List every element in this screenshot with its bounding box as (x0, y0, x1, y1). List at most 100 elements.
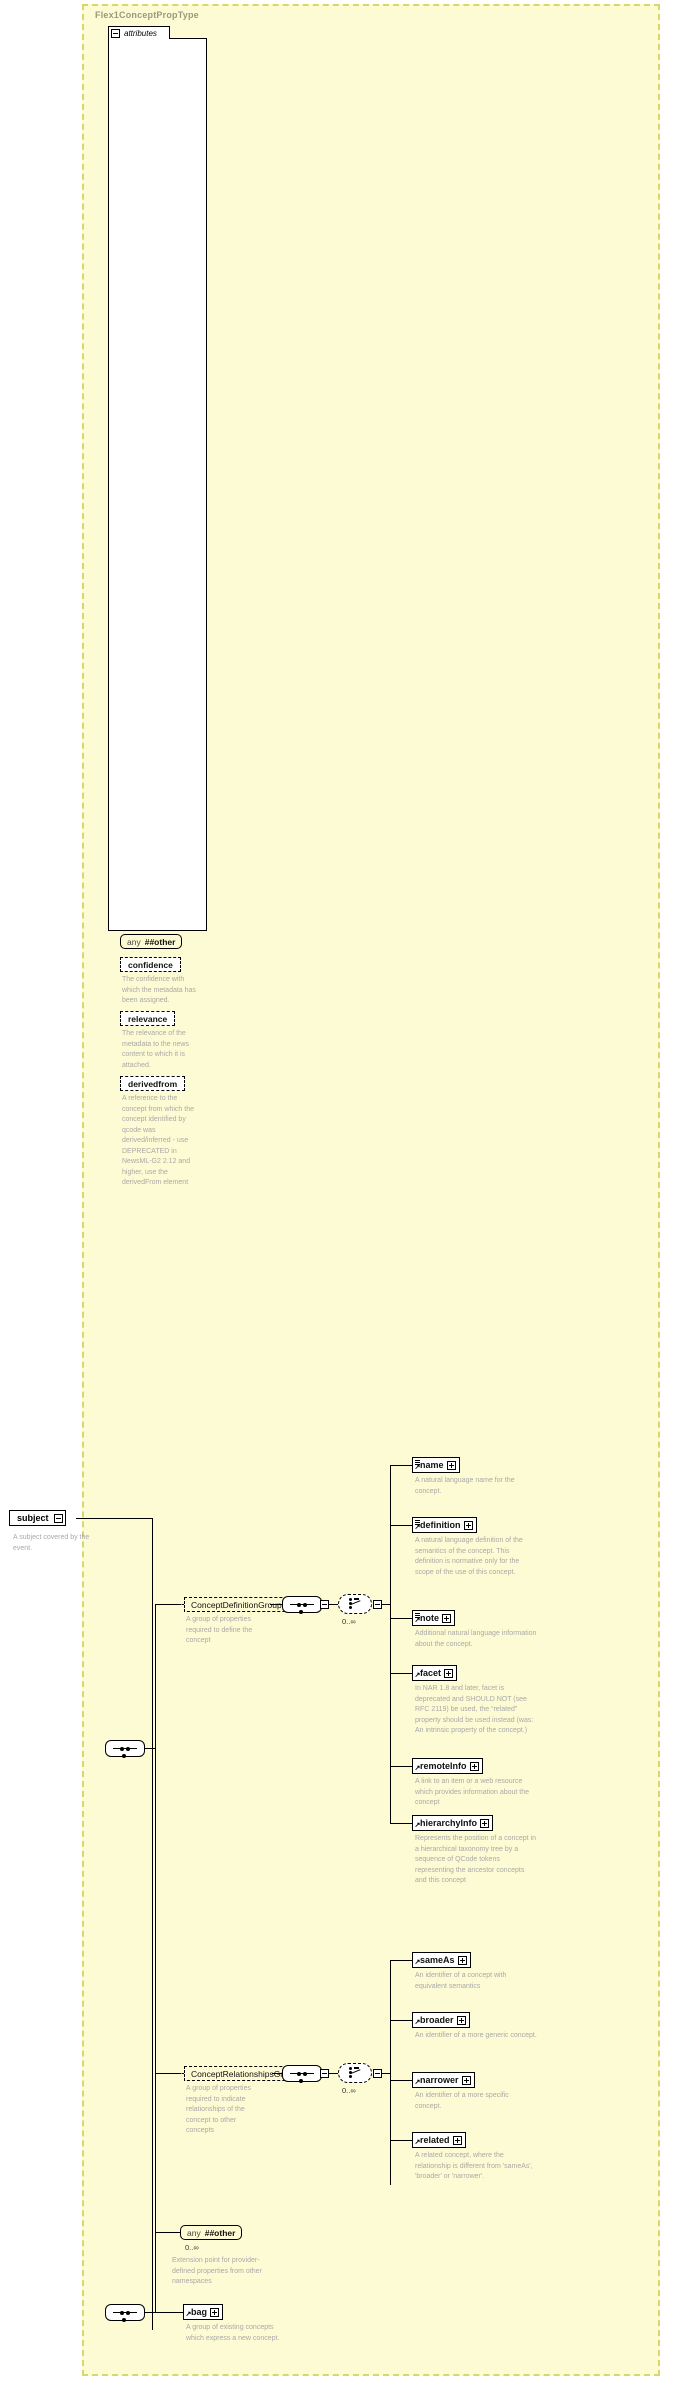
attribute-node-derivedfrom[interactable]: derivedfrom (120, 1076, 188, 1093)
element-node-narrower[interactable]: ↗ narrower (412, 2072, 477, 2090)
element-desc-facet: In NAR 1.8 and later, facet is deprecate… (415, 1685, 534, 1734)
root-element-subject[interactable]: subject (9, 1510, 68, 1528)
element-label: bag (191, 2307, 208, 2317)
attribute-node-confidence[interactable]: confidence (120, 957, 183, 974)
group-label: ConceptDefinitionGroup (191, 1599, 282, 1610)
connector-cdg-child-facet (390, 1673, 412, 1674)
group-desc-conceptdefinitiongroup: A group of properties required to define… (186, 1616, 253, 1644)
element-label: definition (420, 1520, 461, 1530)
reference-arrow-icon: ↗ (185, 2311, 192, 2318)
element-desc-definition: A natural language definition of the sem… (415, 1537, 523, 1576)
connector-crg-child-narrower (390, 2080, 412, 2081)
sequence-icon (290, 2070, 314, 2084)
group-desc-conceptrelationshipsgroup: A group of properties required to indica… (186, 2085, 251, 2134)
element-node-sameas[interactable]: ↗ sameAs (412, 1952, 473, 1970)
choice-collapse-icon-crg[interactable] (373, 2069, 382, 2078)
element-desc-remoteinfo: A link to an item or a web resource whic… (415, 1778, 530, 1806)
element-expand-icon[interactable] (452, 2135, 462, 2145)
element-expand-icon[interactable] (456, 2015, 466, 2025)
element-desc-related: A related concept, where the relationshi… (415, 2152, 533, 2180)
element-desc-hierarchyinfo: Represents the position of a concept in … (415, 1835, 537, 1884)
element-expand-icon[interactable] (442, 1613, 451, 1623)
attributes-panel (108, 38, 207, 931)
connector-cdg-child-note (390, 1618, 412, 1619)
reference-arrow-icon: ↗ (414, 2139, 421, 2146)
main-spine-vertical (152, 1518, 153, 2330)
connector-cdg-to-sequence (270, 1604, 282, 1605)
complextype-title: Flex1ConceptPropType (95, 10, 199, 20)
root-element-label: subject (17, 1513, 49, 1523)
element-label: note (420, 1613, 439, 1623)
element-label: sameAs (420, 1955, 455, 1965)
element-expand-icon[interactable] (463, 1520, 473, 1530)
connector-subject-to-spine (76, 1518, 152, 1519)
connector-bag-sequence-to-bag (145, 2312, 183, 2313)
sequence-compositor-bag[interactable] (105, 2304, 147, 2323)
connector-cdg-seq-to-choice (329, 1604, 338, 1605)
attribute-label: relevance (128, 1013, 168, 1024)
element-label: related (420, 2135, 450, 2145)
connector-branch-any-other (155, 2232, 180, 2233)
reference-arrow-icon: ↗ (414, 1524, 421, 1531)
occurs-label-cdg: 0..∞ (342, 1617, 356, 1626)
attribute-desc-derivedfrom: A reference to the concept from which th… (122, 1095, 194, 1186)
connector-cdg-child-definition (390, 1525, 412, 1526)
reference-arrow-icon: ↗ (414, 1765, 421, 1772)
choice-icon (349, 1598, 364, 1612)
reference-arrow-icon: ↗ (414, 1959, 421, 1966)
element-expand-icon[interactable] (461, 2075, 471, 2085)
element-node-remoteinfo[interactable]: ↗ remoteInfo (412, 1758, 485, 1776)
element-expand-icon[interactable] (210, 2307, 220, 2317)
any-prefix-label: any (127, 936, 141, 947)
attribute-node-relevance[interactable]: relevance (120, 1011, 178, 1028)
xsd-diagram-canvas: Flex1ConceptPropType attributes id The l… (0, 0, 676, 2383)
sequence-collapse-icon-cdg[interactable] (320, 1600, 329, 1609)
element-expand-icon[interactable] (446, 1460, 456, 1470)
element-node-facet[interactable]: ↗ facet (412, 1665, 460, 1683)
element-desc-narrower: An identifier of a more specific concept… (415, 2092, 509, 2110)
sequence-collapse-icon-crg[interactable] (320, 2069, 329, 2078)
connector-cdg-child-remoteinfo (390, 1766, 412, 1767)
reference-arrow-icon: ↗ (414, 1617, 421, 1624)
connector-cdg-child-hierarchyinfo (390, 1823, 412, 1824)
sequence-compositor-crg[interactable] (282, 2065, 324, 2084)
element-expand-icon[interactable] (444, 1668, 454, 1678)
connector-crg-child-broader (390, 2020, 412, 2021)
element-desc-broader: An identifier of a more generic concept. (415, 2032, 537, 2039)
element-node-note[interactable]: ↗ note (412, 1610, 457, 1628)
element-desc-note: Additional natural language information … (415, 1630, 537, 1648)
reference-arrow-icon: ↗ (414, 1464, 421, 1471)
attribute-label: derivedfrom (128, 1078, 178, 1089)
element-node-name[interactable]: ↗ name (412, 1457, 462, 1475)
reference-arrow-icon: ↗ (414, 2019, 421, 2026)
element-node-broader[interactable]: ↗ broader (412, 2012, 472, 2030)
choice-collapse-icon-cdg[interactable] (373, 1600, 382, 1609)
element-label: hierarchyInfo (420, 1818, 478, 1828)
sequence-icon (113, 2309, 137, 2323)
element-label: remoteInfo (420, 1761, 467, 1771)
element-node-related[interactable]: ↗ related (412, 2132, 468, 2150)
element-desc-bag: A group of existing concepts which expre… (186, 2324, 280, 2342)
connector-spine-to-sequence (145, 1748, 155, 1749)
subject-collapse-icon[interactable] (53, 1513, 63, 1523)
element-desc-name: A natural language name for the concept. (415, 1477, 515, 1495)
element-expand-icon[interactable] (457, 1955, 467, 1965)
element-node-hierarchyinfo[interactable]: ↗ hierarchyInfo (412, 1815, 496, 1833)
attribute-node-any-other[interactable]: any ##other (120, 934, 185, 951)
element-label: facet (420, 1668, 442, 1678)
connector-crg-seq-to-choice (329, 2073, 338, 2074)
main-sequence-compositor[interactable] (105, 1740, 147, 1759)
element-expand-icon[interactable] (469, 1761, 479, 1771)
element-node-definition[interactable]: ↗ definition (412, 1517, 479, 1535)
element-node-bag[interactable]: ↗ bag (183, 2304, 226, 2322)
choice-compositor-crg[interactable] (338, 2063, 374, 2085)
attributes-collapse-icon[interactable] (111, 28, 120, 38)
connector-crg-choice-to-spine (382, 2073, 390, 2074)
connector-crg-child-sameas (390, 1960, 412, 1961)
body-node-any-other[interactable]: any ##other (180, 2225, 245, 2242)
element-expand-icon[interactable] (480, 1818, 490, 1828)
attributes-tab[interactable]: attributes (108, 26, 170, 39)
choice-compositor-cdg[interactable] (338, 1594, 374, 1616)
attribute-desc-relevance: The relevance of the metadata to the new… (122, 1030, 189, 1069)
sequence-compositor-cdg[interactable] (282, 1596, 324, 1615)
